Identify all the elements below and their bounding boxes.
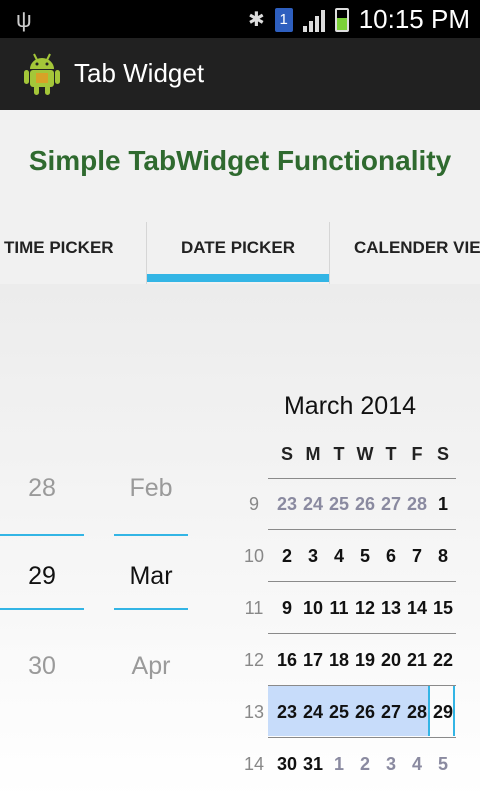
- android-robot-icon[interactable]: [22, 52, 62, 96]
- calendar-day[interactable]: 19: [352, 650, 378, 671]
- calendar-day[interactable]: 6: [378, 546, 404, 567]
- calendar-day[interactable]: 26: [352, 494, 378, 515]
- month-spinner[interactable]: Feb Mar Apr: [114, 474, 188, 704]
- action-bar: Tab Widget: [0, 38, 480, 110]
- calendar-day[interactable]: 21: [404, 650, 430, 671]
- calendar-day[interactable]: 27: [378, 702, 404, 723]
- battery-icon: [334, 7, 349, 32]
- week-number: 11: [244, 598, 264, 618]
- status-clock: 10:15 PM: [358, 4, 470, 34]
- calendar-day[interactable]: 2: [274, 546, 300, 567]
- week-number: 13: [243, 702, 265, 722]
- calendar-day[interactable]: 9: [274, 598, 300, 619]
- calendar-day[interactable]: 18: [326, 650, 352, 671]
- calendar-day[interactable]: 5: [352, 546, 378, 567]
- calendar-day[interactable]: 7: [404, 546, 430, 567]
- week-number: 14: [243, 754, 265, 774]
- calendar-day[interactable]: 12: [352, 598, 378, 619]
- day-current[interactable]: 29: [0, 562, 84, 591]
- weekday-header: S: [436, 444, 449, 464]
- spinner-divider: [114, 608, 188, 610]
- bluetooth-icon: ✱: [247, 8, 265, 31]
- calendar-day[interactable]: 20: [378, 650, 404, 671]
- calendar-day[interactable]: 24: [300, 702, 326, 723]
- month-prev[interactable]: Feb: [114, 474, 188, 503]
- calendar-day[interactable]: 13: [378, 598, 404, 619]
- calendar-day[interactable]: 15: [430, 598, 456, 619]
- weekday-header: F: [411, 444, 423, 464]
- weekday-header: T: [385, 444, 397, 464]
- calendar-rule: [268, 633, 456, 634]
- calendar-rule: [268, 529, 456, 530]
- date-picker-panel: 28 29 30 Feb Mar Apr March 2014 SMTWTFS9…: [0, 284, 480, 800]
- calendar-day[interactable]: 26: [352, 702, 378, 723]
- spinner-divider: [114, 534, 188, 536]
- calendar-day[interactable]: 25: [326, 702, 352, 723]
- calendar-day[interactable]: 11: [326, 598, 352, 619]
- week-number: 9: [248, 494, 259, 514]
- calendar-day[interactable]: 23: [274, 494, 300, 515]
- sim-badge: 1: [274, 7, 293, 32]
- signal-icon: [302, 8, 325, 32]
- tab-time-picker[interactable]: TIME PICKER: [0, 222, 146, 284]
- calendar-day[interactable]: 2: [352, 754, 378, 775]
- status-bar: ψ ✱ 1 10:15 PM: [0, 0, 480, 38]
- calendar-day[interactable]: 1: [326, 754, 352, 775]
- week-number: 12: [243, 650, 265, 670]
- usb-icon: ψ: [16, 7, 32, 32]
- calendar-day[interactable]: 4: [404, 754, 430, 775]
- calendar-day[interactable]: 1: [430, 494, 456, 515]
- calendar-day[interactable]: 16: [274, 650, 300, 671]
- calendar-day[interactable]: 17: [300, 650, 326, 671]
- calendar-day[interactable]: 22: [430, 650, 456, 671]
- calendar-rule: [268, 737, 456, 738]
- calendar-rule: [268, 581, 456, 582]
- calendar-day[interactable]: 4: [326, 546, 352, 567]
- tab-selected-indicator: [147, 274, 329, 282]
- weekday-header: M: [305, 444, 321, 464]
- day-spinner[interactable]: 28 29 30: [0, 474, 84, 704]
- calendar-day[interactable]: 27: [378, 494, 404, 515]
- weekday-header: S: [280, 444, 293, 464]
- calendar-day[interactable]: 3: [378, 754, 404, 775]
- month-next[interactable]: Apr: [114, 652, 188, 681]
- calendar-month-title: March 2014: [283, 392, 417, 420]
- day-prev[interactable]: 28: [0, 474, 84, 503]
- weekday-header: T: [333, 444, 345, 464]
- calendar-day[interactable]: 3: [300, 546, 326, 567]
- calendar-day[interactable]: 28: [404, 702, 430, 723]
- calendar-day[interactable]: 30: [274, 754, 300, 775]
- calendar-day[interactable]: 10: [300, 598, 326, 619]
- day-next[interactable]: 30: [0, 652, 84, 681]
- calendar-rule: [268, 478, 456, 479]
- calendar-day[interactable]: 24: [300, 494, 326, 515]
- weekday-header: W: [356, 444, 374, 464]
- calendar-day[interactable]: 8: [430, 546, 456, 567]
- spinner-divider: [0, 608, 84, 610]
- calendar-day[interactable]: 5: [430, 754, 456, 775]
- page-heading: Simple TabWidget Functionality: [28, 145, 452, 176]
- spinner-divider: [0, 534, 84, 536]
- app-title: Tab Widget: [74, 58, 205, 88]
- month-current[interactable]: Mar: [114, 562, 188, 591]
- calendar-day[interactable]: 29: [430, 702, 456, 723]
- calendar-day[interactable]: 23: [274, 702, 300, 723]
- calendar-day[interactable]: 28: [404, 494, 430, 515]
- calendar-day[interactable]: 14: [404, 598, 430, 619]
- week-number: 10: [243, 546, 265, 566]
- calendar-day[interactable]: 25: [326, 494, 352, 515]
- calendar-day[interactable]: 31: [300, 754, 326, 775]
- tab-calender-view[interactable]: CALENDER VIEW: [330, 222, 480, 284]
